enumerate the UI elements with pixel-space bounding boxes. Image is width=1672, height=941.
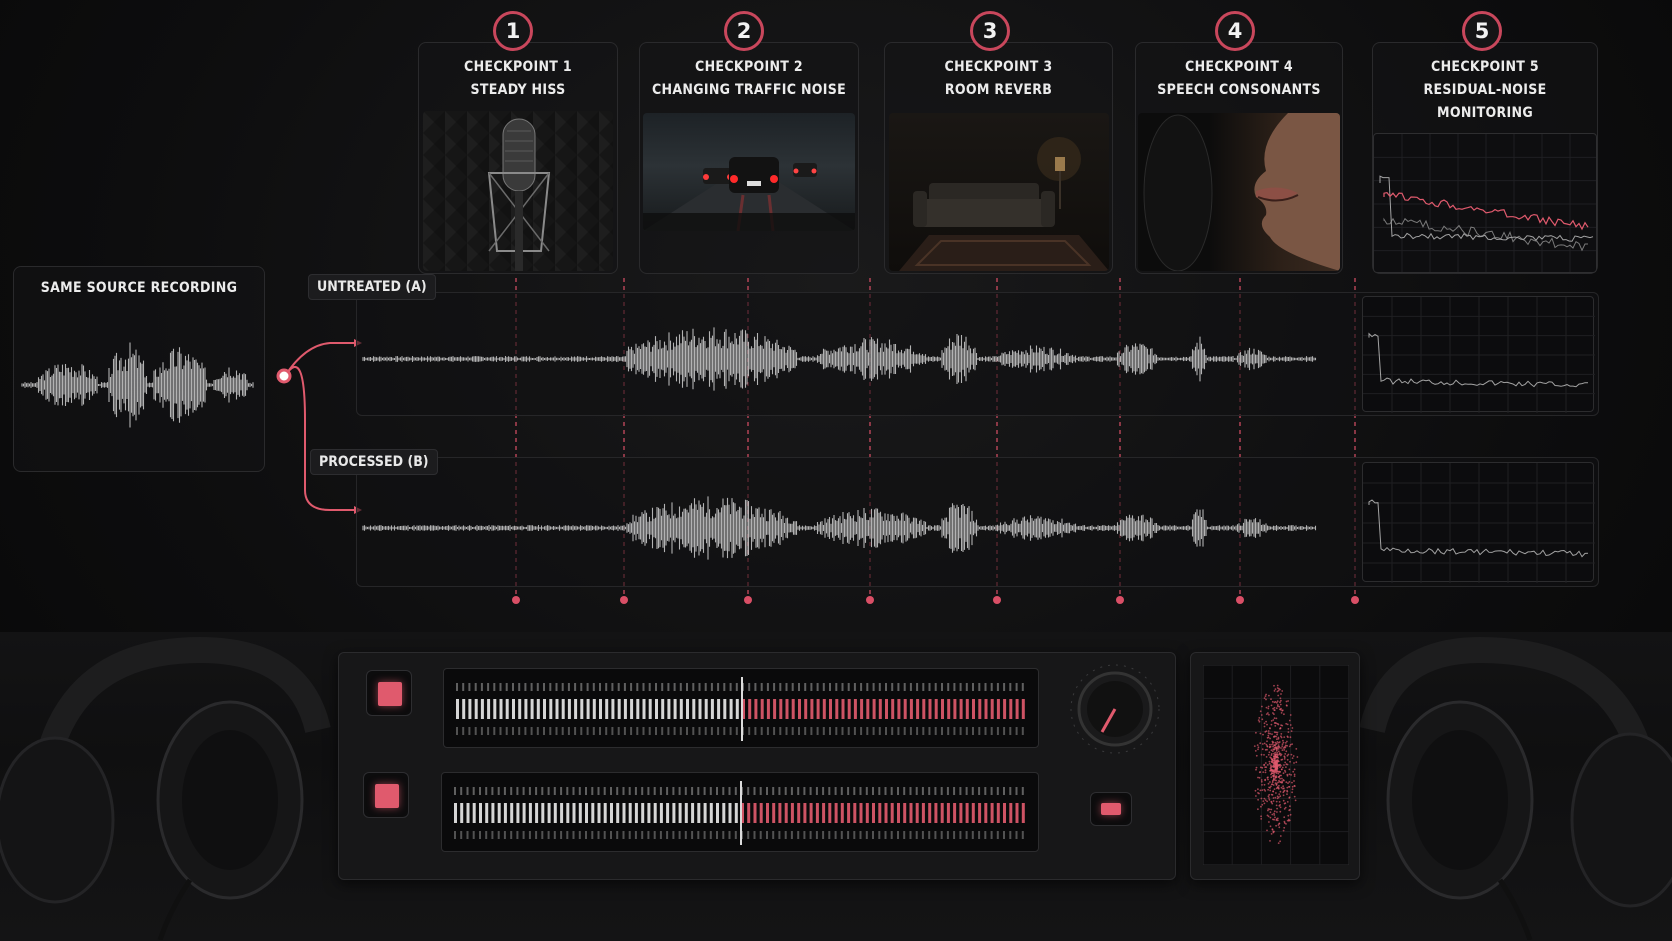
checkpoint-card-4: CHECKPOINT 4 SPEECH CONSONANTS [1135, 42, 1343, 274]
mouth-icon [1143, 113, 1340, 271]
processed-label: PROCESSED (B) [310, 449, 438, 475]
checkpoint-card-2: CHECKPOINT 2 CHANGING TRAFFIC NOISE [639, 42, 859, 274]
checkpoint-marker-dot [620, 596, 628, 604]
spectrum-icon [1374, 134, 1596, 272]
checkpoint-5-title: CHECKPOINT 5 RESIDUAL-NOISE MONITORING [1423, 59, 1547, 121]
untreated-label: UNTREATED (A) [308, 274, 436, 300]
vectorscope-panel [1190, 652, 1360, 880]
knob-icon[interactable] [1060, 654, 1170, 764]
source-recording-label: SAME SOURCE RECORDING [40, 280, 238, 296]
toggle-button[interactable] [1090, 792, 1132, 826]
checkpoint-2-title: CHECKPOINT 2 CHANGING TRAFFIC NOISE [651, 59, 847, 98]
source-recording-box: SAME SOURCE RECORDING [13, 266, 265, 472]
checkpoint-5-badge: 5 [1462, 11, 1502, 51]
checkpoint-1-title: CHECKPOINT 1 STEADY HISS [464, 59, 572, 98]
diagram-stage: CHECKPOINT 1 STEADY HISS CHECKPOINT 2 CHAN… [0, 0, 1672, 941]
checkpoint-marker-dot [1116, 596, 1124, 604]
monitor-b-button[interactable] [363, 772, 409, 818]
headphones-icon [0, 636, 331, 940]
checkpoint-marker-dot [866, 596, 874, 604]
sofa-room-icon [899, 137, 1109, 271]
headphones-icon [1360, 636, 1672, 940]
checkpoint-4-badge: 4 [1215, 11, 1255, 51]
source-waveform [21, 342, 254, 428]
room-image [889, 113, 1109, 271]
checkpoint-3-title: CHECKPOINT 3 ROOM REVERB [944, 59, 1053, 98]
level-meter-a [443, 668, 1039, 748]
spectrum-display [1373, 133, 1597, 273]
car-traffic-icon [643, 157, 855, 231]
checkpoint-marker-dot [1236, 596, 1244, 604]
checkpoint-3-badge: 3 [970, 11, 1010, 51]
untreated-spectrum [1362, 296, 1595, 413]
checkpoint-card-1: CHECKPOINT 1 STEADY HISS [418, 42, 618, 274]
microphone-image [423, 111, 613, 271]
traffic-image [643, 113, 855, 231]
split-node [276, 368, 292, 384]
checkpoint-marker-dot [512, 596, 520, 604]
monitoring-console [0, 632, 1672, 941]
checkpoint-2-badge: 2 [724, 11, 764, 51]
level-meter-b [441, 772, 1039, 852]
microphone-icon [423, 111, 613, 271]
checkpoint-1-badge: 1 [493, 11, 533, 51]
split-connector [284, 342, 354, 511]
checkpoint-marker-dot [1351, 596, 1359, 604]
checkpoint-marker-dot [744, 596, 752, 604]
processed-spectrum [1362, 462, 1595, 583]
vectorscope-display [1203, 665, 1349, 865]
checkpoint-marker-dot [993, 596, 1001, 604]
mouth-image [1138, 113, 1340, 271]
checkpoint-card-3: CHECKPOINT 3 ROOM REVERB [884, 42, 1113, 274]
monitor-a-button[interactable] [366, 670, 412, 716]
checkpoint-4-title: CHECKPOINT 4 SPEECH CONSONANTS [1157, 59, 1321, 98]
checkpoint-card-5: CHECKPOINT 5 RESIDUAL-NOISE MONITORING [1372, 42, 1598, 274]
